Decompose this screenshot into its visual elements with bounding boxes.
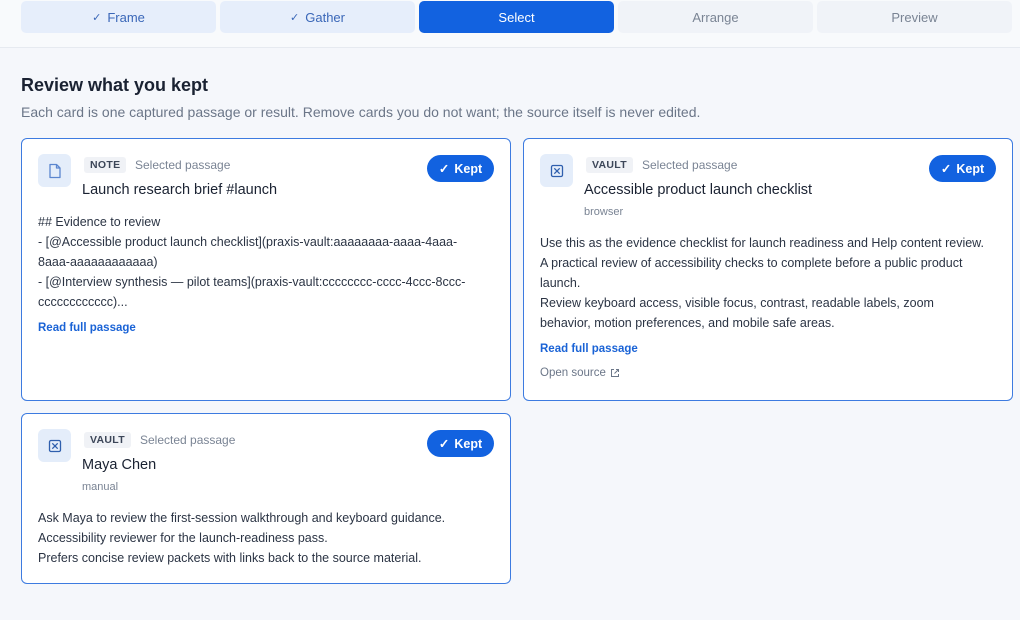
step-label: Frame (107, 9, 145, 25)
step-frame[interactable]: ✓ Frame (21, 1, 216, 33)
body-line: Ask Maya to review the first-session wal… (38, 511, 446, 525)
body-line: Prefers concise review packets with link… (38, 551, 422, 565)
read-full-passage-link[interactable]: Read full passage (540, 343, 638, 355)
card-title: Launch research brief #launch (82, 182, 278, 198)
body-line: - [@Accessible product launch checklist]… (38, 235, 458, 249)
card-meta: manual (82, 481, 119, 493)
card-title: Accessible product launch checklist (584, 182, 813, 198)
page-subtitle: Each card is one captured passage or res… (21, 104, 701, 120)
body-line: ## Evidence to review (38, 215, 161, 229)
card-kind: Selected passage (140, 433, 236, 447)
card-kind: Selected passage (135, 158, 231, 172)
kept-toggle-button[interactable]: ✓ Kept (427, 155, 494, 182)
body-line: cccccccccccc)... (38, 295, 128, 309)
body-line: Use this as the evidence checklist for l… (540, 236, 984, 250)
card-title: Maya Chen (82, 457, 157, 473)
step-label: Preview (891, 9, 938, 25)
step-preview[interactable]: Preview (817, 1, 1012, 33)
kept-label: Kept (956, 161, 985, 176)
body-line: A practical review of accessibility chec… (540, 256, 963, 270)
check-icon: ✓ (290, 11, 300, 24)
kept-label: Kept (454, 436, 483, 451)
step-gather[interactable]: ✓ Gather (220, 1, 415, 33)
card-type-tag: VAULT (84, 432, 131, 448)
page-title: Review what you kept (21, 75, 209, 95)
card-body: ## Evidence to review - [@Accessible pro… (38, 212, 465, 312)
vault-icon (38, 429, 71, 462)
step-label: Select (498, 9, 535, 25)
open-source-label: Open source (540, 367, 606, 379)
body-line: behavior, motion preferences, and mobile… (540, 316, 835, 330)
check-icon: ✓ (92, 11, 102, 24)
open-source-link[interactable]: Open source (540, 367, 620, 379)
external-link-icon (610, 369, 619, 377)
card-meta: browser (584, 206, 624, 218)
kept-card-launch-brief: NOTE Selected passage Launch research br… (21, 138, 511, 401)
body-line: Accessibility reviewer for the launch-re… (38, 531, 328, 545)
check-icon: ✓ (438, 162, 450, 176)
card-kind: Selected passage (642, 158, 738, 172)
card-type-tag: NOTE (84, 157, 127, 173)
document-icon (38, 154, 71, 187)
kept-label: Kept (454, 161, 483, 176)
read-full-passage-link[interactable]: Read full passage (38, 322, 136, 334)
vault-icon (540, 154, 573, 187)
step-label: Arrange (692, 9, 739, 25)
wizard-stepper: ✓ Frame ✓ Gather Select Arrange Preview (0, 0, 1020, 48)
body-line: - [@Interview synthesis — pilot teams](p… (38, 275, 466, 289)
body-line: 8aaa-aaaaaaaaaaaa) (38, 255, 158, 269)
kept-toggle-button[interactable]: ✓ Kept (427, 430, 494, 457)
card-body: Use this as the evidence checklist for l… (540, 233, 984, 333)
card-body: Ask Maya to review the first-session wal… (38, 508, 445, 568)
card-type-tag: VAULT (586, 157, 633, 173)
check-icon: ✓ (438, 437, 450, 451)
kept-toggle-button[interactable]: ✓ Kept (929, 155, 996, 182)
step-select[interactable]: Select (419, 1, 614, 33)
step-label: Gather (305, 9, 345, 25)
body-line: launch. (540, 276, 581, 290)
step-arrange[interactable]: Arrange (618, 1, 813, 33)
check-icon: ✓ (940, 162, 952, 176)
body-line: Review keyboard access, visible focus, c… (540, 296, 934, 310)
kept-card-accessibility-checklist: VAULT Selected passage Accessible produc… (523, 138, 1013, 401)
kept-card-maya-chen: VAULT Selected passage Maya Chen manual … (21, 413, 511, 584)
